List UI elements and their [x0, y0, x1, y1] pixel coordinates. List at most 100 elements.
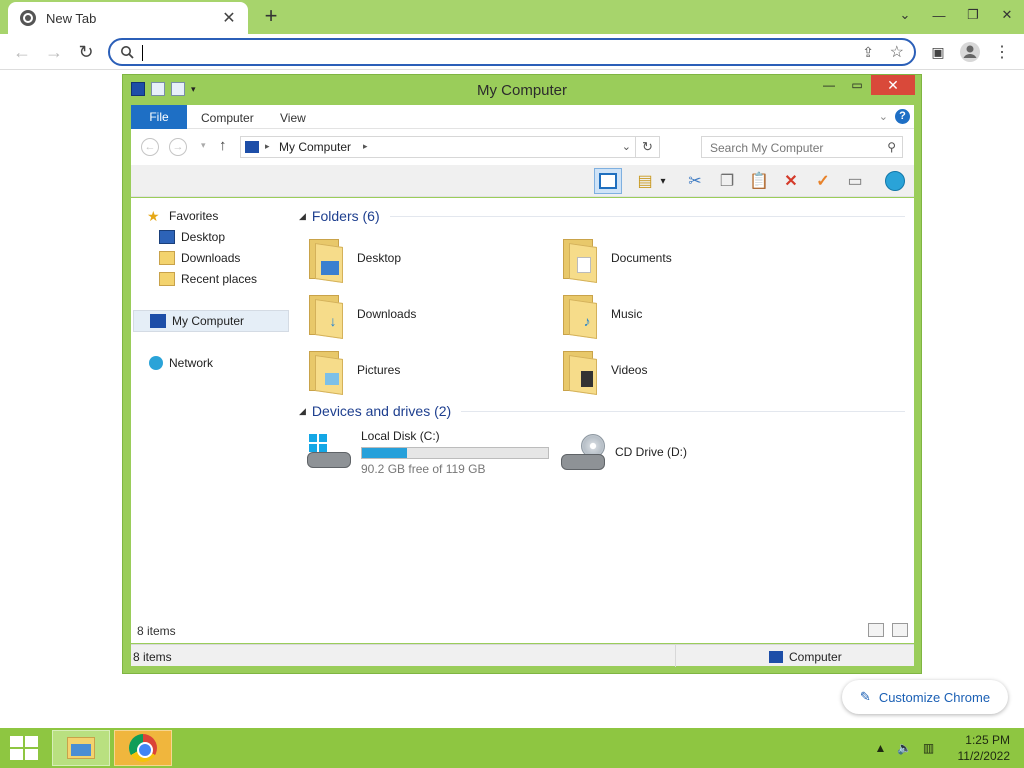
nav-my-computer[interactable]: My Computer	[133, 310, 289, 332]
nav-network[interactable]: Network	[149, 353, 287, 373]
pencil-icon: ✎	[859, 689, 871, 704]
preview-pane-icon[interactable]	[594, 168, 622, 194]
windows-start-icon[interactable]	[10, 736, 38, 760]
ribbon-tab-view[interactable]: View	[280, 111, 306, 125]
search-icon: ⚲	[887, 140, 896, 154]
folder-tile-pictures[interactable]: Pictures	[307, 344, 547, 396]
folders-group-header[interactable]: ◢ Folders (6)	[289, 206, 911, 226]
ribbon-tab-computer[interactable]: Computer	[201, 111, 254, 125]
profile-avatar[interactable]	[958, 40, 982, 64]
clock-date: 11/2/2022	[957, 749, 1011, 763]
folder-tile-documents[interactable]: Documents	[561, 232, 801, 284]
drive-tile-cd-drive[interactable]: CD Drive (D:)	[559, 426, 809, 478]
forward-icon[interactable]: →	[42, 40, 66, 64]
bookmark-star-icon[interactable]: ☆	[890, 42, 904, 62]
taskbar-chrome[interactable]	[114, 730, 172, 766]
delete-icon[interactable]: ✕	[777, 168, 805, 194]
explorer-maximize-icon[interactable]: ▭	[843, 75, 871, 95]
recent-locations-chevron-icon[interactable]: ▾	[201, 140, 206, 151]
browser-toolbar: ← → ↻ ⇪ ☆ ▣ ⋮	[0, 34, 1024, 70]
rename-check-icon[interactable]: ✓	[809, 168, 837, 194]
network-globe-icon[interactable]	[881, 168, 909, 194]
computer-icon	[150, 314, 166, 328]
explorer-search-input[interactable]: Search My Computer ⚲	[701, 136, 903, 158]
reload-icon[interactable]: ↻	[74, 40, 98, 64]
show-hidden-icons-icon[interactable]: ▲	[872, 741, 890, 755]
nav-label: Favorites	[169, 209, 219, 223]
tab-search-icon[interactable]: ⌄	[888, 0, 922, 30]
share-icon[interactable]: ⇪	[862, 44, 874, 61]
nav-recent-places[interactable]: Recent places	[159, 269, 287, 289]
map-drive-icon[interactable]: ▭	[841, 168, 869, 194]
breadcrumb-my-computer[interactable]: My Computer	[279, 140, 351, 154]
explorer-window-controls: — ▭ ✕	[815, 75, 915, 95]
explorer-forward-icon[interactable]: →	[169, 138, 187, 156]
content-pane: ◢ Folders (6) Desktop Documents ↓ Downlo…	[289, 198, 914, 618]
taskbar-file-explorer[interactable]	[52, 730, 110, 766]
omnibox[interactable]: ⇪ ☆	[108, 38, 916, 66]
breadcrumb-separator-icon[interactable]: ▸	[363, 141, 368, 152]
hard-drive-icon	[305, 432, 355, 472]
explorer-close-icon[interactable]: ✕	[871, 75, 915, 95]
explorer-minimize-icon[interactable]: —	[815, 75, 843, 95]
breadcrumb-separator-icon[interactable]: ▸	[265, 141, 270, 152]
details-view-icon[interactable]	[868, 623, 884, 637]
ribbon-tabs: File Computer View ⌄ ?	[131, 105, 914, 129]
network-status-icon[interactable]: ▥	[920, 741, 938, 755]
large-icons-view-icon[interactable]	[892, 623, 908, 637]
explorer-title-bar[interactable]: ▾ My Computer — ▭ ✕	[123, 75, 921, 105]
explorer-window-title: My Computer	[476, 82, 568, 99]
side-panel-icon[interactable]: ▣	[928, 40, 948, 64]
address-history-chevron-icon[interactable]: ⌄	[622, 140, 631, 153]
customize-chrome-button[interactable]: ✎ Customize Chrome	[842, 680, 1008, 714]
chrome-icon	[129, 734, 157, 762]
details-bar: 8 items	[131, 618, 914, 643]
restore-icon[interactable]: ❐	[956, 0, 990, 30]
folder-tile-desktop[interactable]: Desktop	[307, 232, 547, 284]
expand-ribbon-chevron-icon[interactable]: ⌄	[879, 110, 888, 123]
collapse-triangle-icon[interactable]: ◢	[299, 211, 306, 222]
folder-label: Desktop	[357, 251, 402, 265]
folder-pictures-icon	[307, 347, 347, 395]
folder-label: Downloads	[357, 307, 417, 321]
collapse-triangle-icon[interactable]: ◢	[299, 406, 306, 417]
volume-icon[interactable]: 🔈	[896, 741, 914, 755]
new-tab-button[interactable]: +	[258, 4, 284, 30]
nav-downloads[interactable]: Downloads	[159, 248, 287, 268]
folder-tile-downloads[interactable]: ↓ Downloads	[307, 288, 547, 340]
help-icon[interactable]: ?	[895, 109, 910, 124]
system-tray: ▲ 🔈 ▥ 1:25 PM 11/2/2022	[872, 728, 1011, 768]
close-window-icon[interactable]: ✕	[990, 0, 1024, 30]
chrome-favicon-icon	[20, 10, 36, 26]
drive-label: Local Disk (C:)	[361, 428, 440, 443]
up-arrow-icon[interactable]: ↑	[219, 137, 227, 154]
status-location-label: Computer	[789, 650, 842, 664]
address-box[interactable]: ▸ My Computer ▸ ⌄ ↻	[240, 136, 660, 158]
folder-tile-videos[interactable]: Videos	[561, 344, 801, 396]
drives-group-header[interactable]: ◢ Devices and drives (2)	[289, 401, 911, 421]
refresh-icon[interactable]: ↻	[635, 137, 659, 157]
item-count: 8 items	[137, 624, 176, 638]
nav-label: My Computer	[172, 314, 245, 328]
folder-tile-music[interactable]: ♪ Music	[561, 288, 801, 340]
menu-kebab-icon[interactable]: ⋮	[992, 40, 1012, 64]
address-bar-row: ← → ▾ ↑ ▸ My Computer ▸ ⌄ ↻ Search My Co…	[131, 129, 914, 165]
copy-icon[interactable]: ❐	[713, 168, 741, 194]
ribbon-tab-file[interactable]: File	[131, 105, 187, 129]
nav-favorites[interactable]: ★ Favorites	[147, 206, 287, 226]
folder-music-icon: ♪	[561, 291, 601, 339]
clock[interactable]: 1:25 PM 11/2/2022	[958, 732, 1011, 764]
explorer-back-icon[interactable]: ←	[141, 138, 159, 156]
drive-tile-local-disk[interactable]: Local Disk (C:) 90.2 GB free of 119 GB	[305, 426, 555, 478]
properties-dropdown-icon[interactable]: ▾	[655, 168, 671, 194]
minimize-icon[interactable]: —	[922, 0, 956, 30]
cut-icon[interactable]: ✂	[681, 168, 709, 194]
taskbar: ▲ 🔈 ▥ 1:25 PM 11/2/2022	[0, 728, 1024, 768]
tab-close-icon[interactable]: ✕	[220, 8, 238, 28]
back-icon[interactable]: ←	[10, 40, 34, 64]
computer-icon	[245, 141, 259, 153]
paste-icon[interactable]: 📋	[745, 168, 773, 194]
browser-tab[interactable]: New Tab ✕	[8, 2, 248, 34]
nav-desktop[interactable]: Desktop	[159, 227, 287, 247]
drive-label: CD Drive (D:)	[615, 445, 687, 459]
